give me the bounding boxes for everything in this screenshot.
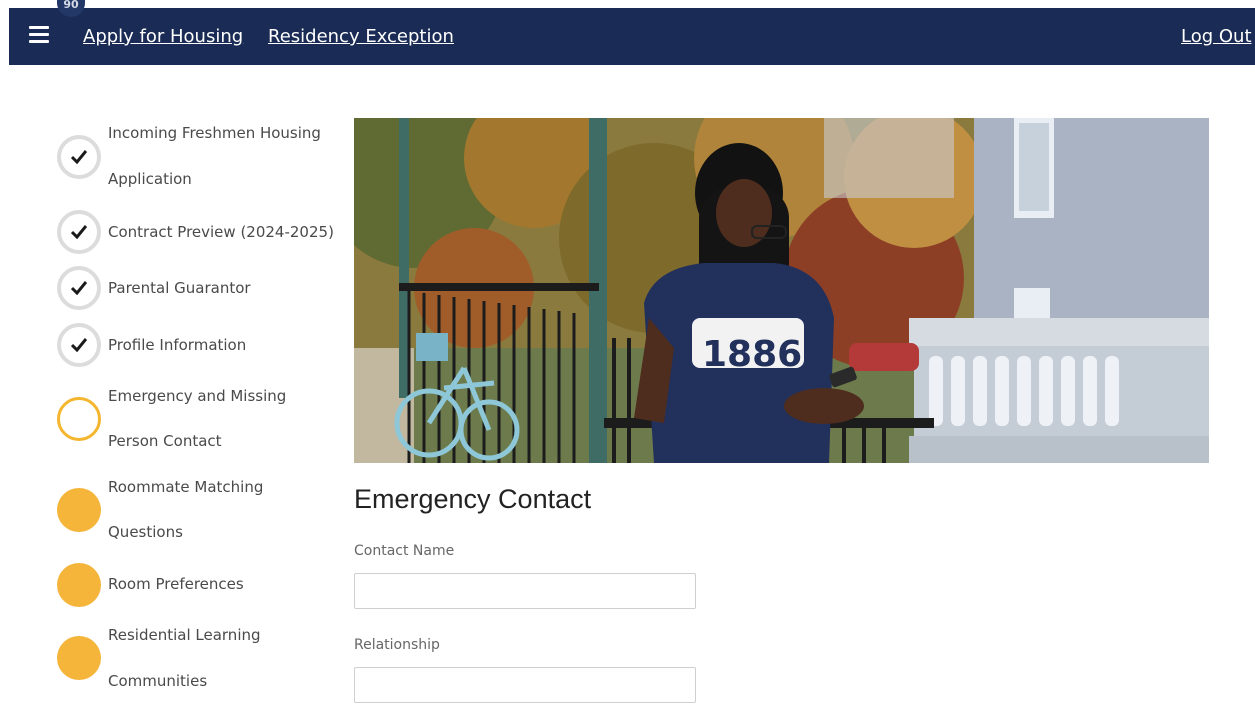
step-label: Contract Preview (2024-2025) <box>108 223 334 241</box>
step-label: Questions <box>108 523 183 541</box>
contact-name-label: Contact Name <box>354 543 455 559</box>
hamburger-menu-icon[interactable] <box>29 26 49 44</box>
checkmark-icon <box>57 135 101 179</box>
residency-exception-link[interactable]: Residency Exception <box>268 26 454 47</box>
contact-name-field[interactable] <box>354 573 696 609</box>
checkmark-icon <box>57 323 101 367</box>
step-label: Roommate Matching <box>108 478 264 496</box>
top-navigation-bar: Apply for Housing Residency Exception Lo… <box>9 8 1255 65</box>
step-label: Communities <box>108 672 208 690</box>
page-title: Emergency Contact <box>354 484 592 514</box>
log-out-link[interactable]: Log Out <box>1181 26 1252 47</box>
step-label: Parental Guarantor <box>108 279 251 297</box>
step-label: Room Preferences <box>108 575 244 593</box>
step-label: Emergency and Missing <box>108 387 287 405</box>
relationship-label: Relationship <box>354 637 440 653</box>
step-label: Profile Information <box>108 336 247 354</box>
relationship-field[interactable] <box>354 667 696 703</box>
shirt-logo-text: 1886 <box>702 334 802 375</box>
checkmark-icon <box>57 266 101 310</box>
step-label: Residential Learning <box>108 626 261 644</box>
step-label: Incoming Freshmen Housing <box>108 124 321 142</box>
step-label: Application <box>108 170 192 188</box>
filled-circle-icon <box>57 563 101 607</box>
hero-image: 1886 <box>354 118 1209 463</box>
ring-icon <box>57 397 101 441</box>
filled-circle-icon <box>57 488 101 532</box>
checkmark-icon <box>57 210 101 254</box>
apply-for-housing-link[interactable]: Apply for Housing <box>83 26 243 47</box>
filled-circle-icon <box>57 636 101 680</box>
step-label: Person Contact <box>108 432 222 450</box>
